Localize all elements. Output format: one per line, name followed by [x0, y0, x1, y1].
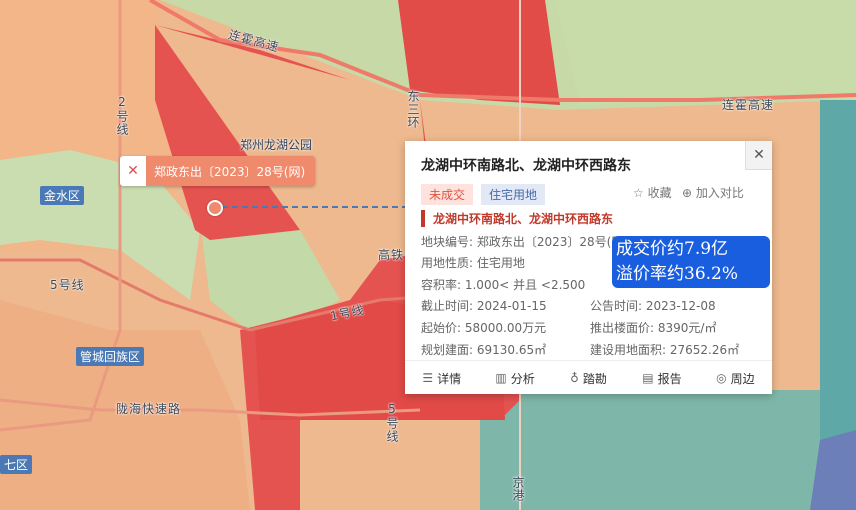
marker-label: 郑政东出〔2023〕28号(网)	[154, 164, 306, 179]
land-parcel-marker[interactable]: ✕ 郑政东出〔2023〕28号(网)	[120, 156, 316, 186]
favorite-button[interactable]: ☆ 收藏	[633, 184, 672, 201]
marker-connector-line	[222, 206, 408, 208]
status-badge: 未成交	[421, 184, 474, 205]
popup-subtitle: 龙湖中环南路北、龙湖中环西路东	[421, 210, 613, 227]
land-type-badge: 住宅用地	[481, 184, 546, 205]
plus-circle-icon: ⊕	[682, 186, 693, 200]
document-icon: ▤	[642, 371, 654, 385]
price-overlay: 成交价约7.9亿 溢价率约36.2%	[612, 236, 770, 288]
field-land-use: 用地性质: 住宅用地	[421, 256, 525, 270]
surroundings-label: 周边	[730, 371, 755, 386]
field-start-price: 起始价: 58000.00万元	[421, 321, 547, 335]
list-icon: ☰	[422, 371, 434, 385]
road-label-jinggang: 京港	[511, 476, 525, 502]
report-label: 报告	[657, 371, 682, 386]
survey-label: 踏勘	[582, 371, 607, 386]
district-label-jinshui[interactable]: 金水区	[40, 186, 85, 205]
road-label-longhai: 陇海快速路	[116, 402, 182, 416]
survey-icon: ♁	[570, 371, 579, 385]
deal-price-text: 成交价约7.9亿	[616, 239, 729, 259]
zone-northeast-green	[555, 0, 856, 105]
compare-label: 加入对比	[695, 186, 744, 200]
park-label: 郑州龙湖公园	[240, 138, 313, 152]
detail-label: 详情	[437, 371, 462, 386]
popup-title: 龙湖中环南路北、龙湖中环西路东	[421, 158, 631, 174]
field-announce: 公告时间: 2023-12-08	[590, 299, 716, 313]
premium-rate-text: 溢价率约36.2%	[616, 264, 739, 284]
road-label-lianhuo-east: 连霍高速	[722, 98, 775, 112]
survey-button[interactable]: ♁ 踏勘	[552, 361, 625, 395]
close-icon[interactable]: ✕	[745, 141, 772, 170]
target-icon: ◎	[716, 371, 727, 385]
road-label-line5b: 5号线	[385, 402, 399, 443]
report-button[interactable]: ▤ 报告	[625, 361, 698, 395]
favorite-label: 收藏	[647, 186, 672, 200]
analysis-button[interactable]: ▥ 分析	[478, 361, 551, 395]
road-label-gaotie: 高铁	[378, 248, 405, 262]
field-land-area: 建设用地面积: 27652.26㎡	[590, 343, 740, 357]
add-compare-button[interactable]: ⊕ 加入对比	[682, 184, 744, 201]
detail-button[interactable]: ☰ 详情	[405, 361, 478, 395]
star-icon: ☆	[633, 186, 644, 200]
field-plan-area: 规划建面: 69130.65㎡	[421, 343, 547, 357]
zone-southeast-teal	[480, 390, 820, 510]
district-label-guancheng[interactable]: 管城回族区	[76, 347, 145, 366]
drone-icon: ✕	[120, 156, 146, 186]
field-floor-price: 推出楼面价: 8390元/㎡	[590, 321, 717, 335]
road-label-east3: 东三环	[406, 90, 420, 129]
field-deadline: 截止时间: 2024-01-15	[421, 299, 547, 313]
district-label-qi[interactable]: 七区	[0, 455, 33, 474]
field-plot-no: 地块编号: 郑政东出〔2023〕28号(网)	[421, 235, 629, 249]
popup-action-bar: ☰ 详情 ▥ 分析 ♁ 踏勘 ▤ 报告 ◎ 周边	[405, 360, 772, 395]
marker-point[interactable]	[207, 200, 223, 216]
zone-north-red	[398, 0, 560, 105]
road-label-line2: 2号线	[115, 95, 129, 136]
bar-chart-icon: ▥	[495, 371, 507, 385]
road-label-line5a: 5号线	[50, 278, 85, 292]
analysis-label: 分析	[510, 371, 535, 386]
surroundings-button[interactable]: ◎ 周边	[699, 361, 772, 395]
field-far: 容积率: 1.000< 并且 <2.500	[421, 278, 586, 292]
